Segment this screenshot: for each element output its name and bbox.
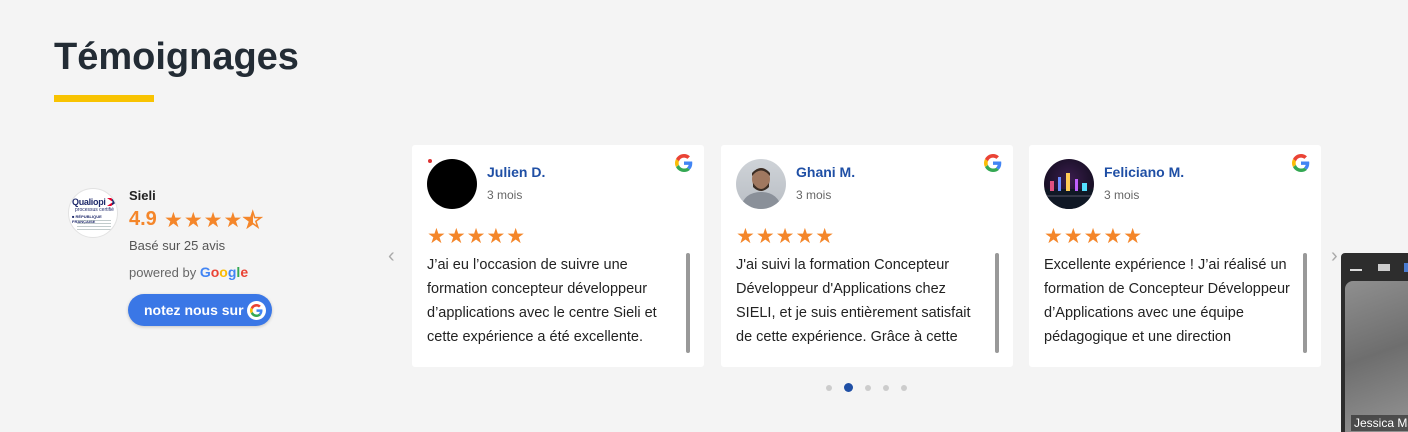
google-icon: [675, 154, 693, 172]
google-icon: [246, 300, 266, 320]
half-star-icon: ★: [243, 208, 264, 233]
review-author[interactable]: Julien D.: [487, 164, 545, 180]
carousel-pagination: [826, 383, 907, 392]
review-card: Julien D. 3 mois ★★★★★ J’ai eu l’occasio…: [412, 145, 704, 367]
avatar: [736, 159, 786, 209]
review-text: J'ai suivi la formation Concepteur Dével…: [736, 257, 971, 345]
rating-value: 4.9: [129, 208, 157, 230]
avatar: [1044, 159, 1094, 209]
participant-name: Jessica Ma: [1351, 415, 1408, 431]
google-icon: [984, 154, 1002, 172]
minimize-icon[interactable]: [1350, 269, 1362, 271]
title-underline: [54, 95, 154, 102]
video-call-overlay[interactable]: Jessica Ma: [1341, 253, 1408, 432]
review-author[interactable]: Feliciano M.: [1104, 164, 1184, 180]
business-name: Sieli: [129, 188, 156, 203]
pagination-dot[interactable]: [901, 384, 907, 391]
rate-us-button[interactable]: notez nous sur: [128, 294, 272, 326]
review-time: 3 mois: [796, 188, 832, 202]
rating-stars: ★★★★★: [164, 208, 264, 233]
pagination-dot[interactable]: [883, 384, 889, 391]
carousel-prev-button[interactable]: ‹: [388, 245, 395, 268]
scrollbar[interactable]: [1303, 253, 1307, 353]
review-card: Feliciano M. 3 mois ★★★★★ Excellente exp…: [1029, 145, 1321, 367]
review-text: Excellente expérience ! J’ai réalisé un …: [1044, 257, 1290, 345]
google-icon: [1292, 154, 1310, 172]
review-count: Basé sur 25 avis: [129, 238, 226, 253]
review-time: 3 mois: [1104, 188, 1140, 202]
avatar: [427, 159, 477, 209]
scrollbar[interactable]: [686, 253, 690, 353]
window-icon[interactable]: [1378, 264, 1390, 271]
section-title: Témoignages: [54, 36, 299, 78]
pagination-dot-active[interactable]: [844, 383, 853, 392]
powered-by-google: powered by Google: [129, 264, 249, 280]
business-logo: Qualiopi processus certifié ■ RÉPUBLIQUE…: [68, 188, 118, 238]
review-card: Ghani M. 3 mois ★★★★★ J'ai suivi la form…: [721, 145, 1013, 367]
rating-summary: Qualiopi processus certifié ■ RÉPUBLIQUE…: [66, 186, 326, 336]
review-stars: ★★★★★: [427, 225, 527, 248]
pagination-dot[interactable]: [865, 384, 871, 391]
review-author[interactable]: Ghani M.: [796, 164, 855, 180]
review-stars: ★★★★★: [1044, 225, 1144, 248]
review-text: J’ai eu l’occasion de suivre une formati…: [427, 257, 657, 345]
review-time: 3 mois: [487, 188, 523, 202]
scrollbar[interactable]: [995, 253, 999, 353]
participant-video: Jessica Ma: [1345, 281, 1408, 432]
pagination-dot[interactable]: [826, 384, 832, 391]
review-stars: ★★★★★: [736, 225, 836, 248]
carousel-next-button[interactable]: ›: [1331, 245, 1338, 268]
screen-icon[interactable]: [1404, 263, 1408, 272]
